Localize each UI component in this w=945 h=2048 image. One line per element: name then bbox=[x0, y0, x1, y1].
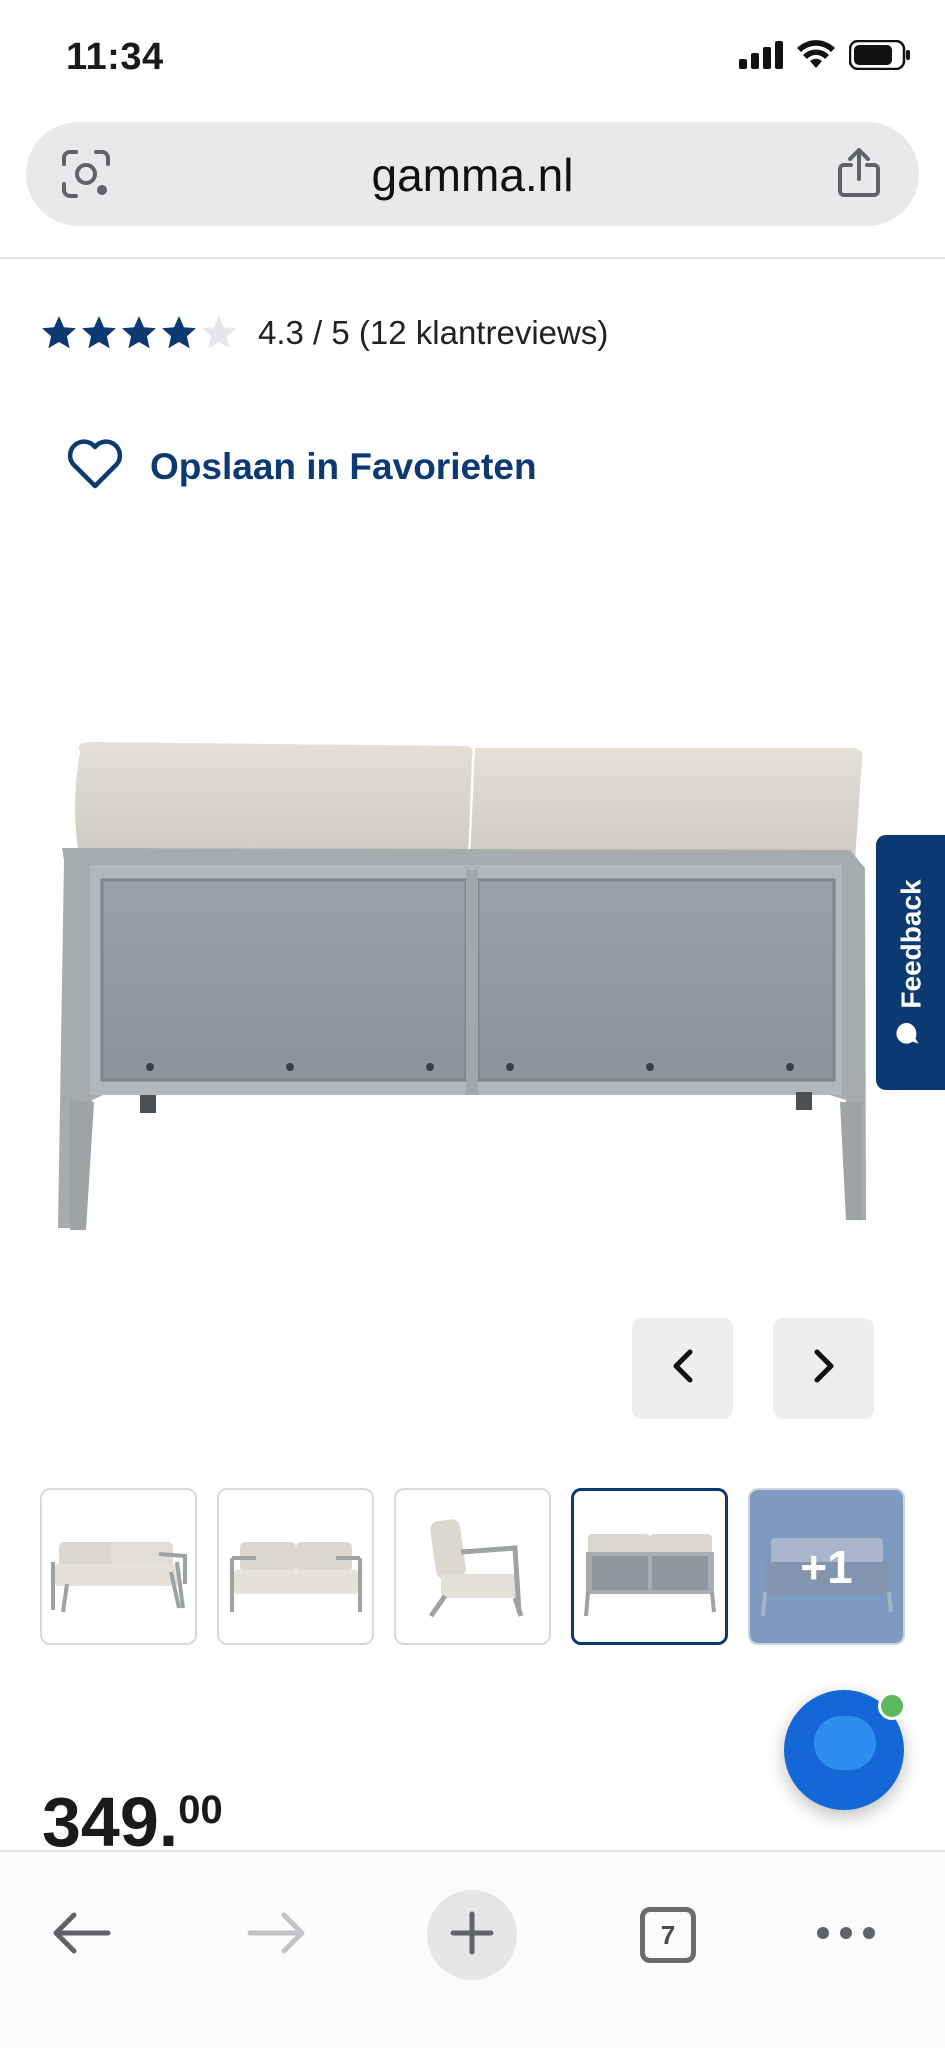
rating-text[interactable]: 4.3 / 5 (12 klantreviews) bbox=[258, 314, 608, 352]
stars-icon bbox=[42, 316, 236, 349]
thumb-sofa-side[interactable] bbox=[394, 1488, 551, 1645]
save-favorite-button[interactable]: Opslaan in Favorieten bbox=[66, 438, 537, 495]
product-image[interactable] bbox=[50, 740, 880, 1240]
chat-button[interactable] bbox=[784, 1690, 906, 1810]
product-rating[interactable]: 4.3 / 5 (12 klantreviews) bbox=[40, 314, 608, 352]
previous-image-button[interactable] bbox=[632, 1318, 733, 1419]
chat-bubble-icon bbox=[893, 1018, 928, 1046]
heart-icon bbox=[66, 438, 124, 495]
feedback-tab[interactable]: Feedback bbox=[876, 835, 945, 1090]
rating-stars bbox=[40, 314, 240, 352]
share-icon[interactable] bbox=[829, 142, 889, 202]
tabs-button[interactable]: 7 bbox=[623, 1890, 713, 1980]
price-cents: 00 bbox=[178, 1788, 223, 1832]
online-status-dot bbox=[878, 1692, 906, 1720]
feedback-label-wrap: Feedback bbox=[893, 879, 928, 1046]
back-button[interactable] bbox=[36, 1890, 126, 1980]
divider bbox=[0, 257, 945, 259]
more-dots-icon bbox=[816, 1926, 876, 1945]
wifi-icon bbox=[797, 40, 835, 75]
status-bar: 11:34 bbox=[0, 0, 945, 110]
battery-icon bbox=[848, 39, 911, 75]
favorite-label: Opslaan in Favorieten bbox=[150, 445, 537, 487]
browser-toolbar: 7 bbox=[0, 1850, 945, 2048]
arrow-right-icon bbox=[246, 1911, 308, 1960]
chat-icon bbox=[814, 1716, 876, 1770]
thumb-more-label: +1 bbox=[800, 1540, 853, 1593]
forward-button[interactable] bbox=[232, 1890, 322, 1980]
thumb-sofa-back[interactable] bbox=[571, 1488, 728, 1645]
tabs-count: 7 bbox=[640, 1907, 696, 1963]
more-menu-button[interactable] bbox=[801, 1890, 891, 1980]
chevron-left-icon bbox=[670, 1346, 696, 1391]
image-thumbnails: +1 bbox=[40, 1488, 905, 1645]
thumb-sofa-front-angle[interactable] bbox=[40, 1488, 197, 1645]
thumb-sofa-front[interactable] bbox=[217, 1488, 374, 1645]
chevron-right-icon bbox=[811, 1346, 837, 1391]
feedback-label: Feedback bbox=[894, 878, 926, 1009]
status-icons bbox=[739, 39, 911, 75]
arrow-left-icon bbox=[50, 1911, 112, 1960]
next-image-button[interactable] bbox=[773, 1318, 874, 1419]
thumb-more[interactable]: +1 bbox=[748, 1488, 905, 1645]
plus-icon bbox=[449, 1910, 495, 1961]
url-text[interactable]: gamma.nl bbox=[26, 148, 919, 202]
new-tab-button[interactable] bbox=[427, 1890, 517, 1980]
status-time: 11:34 bbox=[66, 36, 164, 78]
address-bar[interactable]: gamma.nl bbox=[26, 122, 919, 226]
signal-icon bbox=[739, 41, 783, 74]
